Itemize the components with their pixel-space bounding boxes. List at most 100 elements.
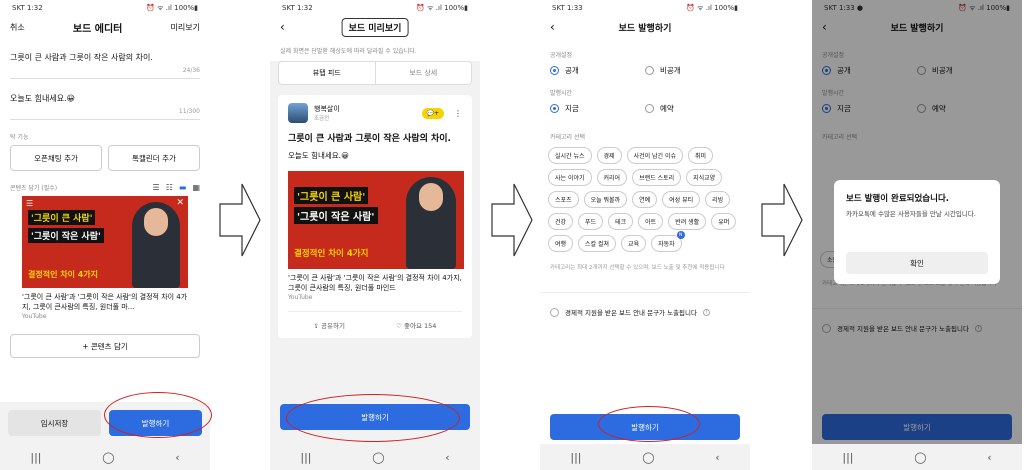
category-chip[interactable]: 지식교양 (686, 169, 723, 186)
more-options-icon[interactable]: ⋮ (454, 109, 462, 118)
category-chip[interactable]: 여행 (548, 235, 574, 252)
recents-nav-icon[interactable]: ||| (300, 451, 311, 464)
publish-button[interactable]: 발행하기 (280, 404, 470, 430)
menu-icon[interactable]: ☰ (26, 199, 33, 208)
thumb-line2: '그릇이 작은 사람' (28, 228, 104, 243)
category-chip[interactable]: 사는 이야기 (548, 169, 592, 186)
content-source: YouTube (288, 294, 313, 301)
body-field[interactable]: 오늘도 힘내세요.😀 11/300 (10, 93, 200, 120)
page-title: 보드 에디터 (72, 23, 123, 35)
system-nav-bar: ||| ◯ ‹ (540, 444, 750, 470)
category-chip[interactable]: 스포츠 (548, 191, 579, 208)
back-nav-icon[interactable]: ‹ (175, 451, 179, 464)
back-nav-icon[interactable]: ‹ (715, 451, 719, 464)
preview-body: 실제 화면은 단말환 해상도에 따라 달라질 수 있습니다. 뷰탭 피드 보드 … (270, 38, 480, 444)
confirm-button[interactable]: 확인 (846, 252, 988, 274)
add-calendar-button[interactable]: 톡캘린더 추가 (108, 145, 200, 171)
thumb-line3: 결정적인 차이 4가지 (294, 249, 369, 259)
radio-now[interactable]: 지금 (550, 103, 645, 114)
post-body: 오늘도 힘내세요.😀 (288, 151, 349, 160)
back-nav-icon[interactable]: ‹ (445, 451, 449, 464)
category-chip[interactable]: 반려 생활 (668, 213, 707, 230)
category-label: 카테고리 선택 (550, 134, 586, 141)
share-icon: ⇪ (313, 322, 322, 330)
status-carrier-time: SKT 1:32 (282, 4, 313, 12)
category-chip[interactable]: 경제 (596, 147, 622, 164)
publish-button[interactable]: 발행하기 (550, 414, 740, 440)
thumb-line1: '그릇이 큰 사람' (28, 210, 96, 225)
title-field[interactable]: 그릇이 큰 사람과 그릇이 작은 사람의 차이. 24/36 (10, 52, 200, 79)
system-nav-bar: ||| ◯ ‹ (812, 444, 1022, 470)
category-chip[interactable]: 커리어 (596, 169, 628, 186)
radio-public[interactable]: 공개 (550, 65, 645, 76)
category-chip[interactable]: 아트 (638, 213, 664, 230)
category-chip[interactable]: 교육 (621, 235, 647, 252)
category-chip[interactable]: 푸드 (578, 213, 604, 230)
video-thumbnail[interactable]: '그릇이 큰 사람' '그릇이 작은 사람' 결정적인 차이 4가지 (288, 171, 464, 269)
divider (540, 292, 750, 293)
home-nav-icon[interactable]: ◯ (642, 451, 654, 464)
radio-reserve[interactable]: 예약 (645, 103, 740, 114)
post-title: 그릇이 큰 사람과 그릇이 작은 사람의 차이. (288, 134, 451, 144)
radio-private[interactable]: 비공개 (645, 65, 740, 76)
back-arrow-icon[interactable]: ‹ (280, 20, 285, 34)
home-nav-icon[interactable]: ◯ (914, 451, 926, 464)
category-chip[interactable]: 브랜드 스토리 (632, 169, 682, 186)
close-icon[interactable]: ✕ (176, 198, 184, 208)
grid-layout-icon[interactable]: ▦ (192, 183, 200, 192)
recents-nav-icon[interactable]: ||| (30, 451, 41, 464)
avatar (288, 103, 308, 123)
publish-header: ‹ 보드 발행하기 (540, 16, 750, 38)
radio-empty-icon (645, 104, 654, 113)
back-arrow-icon[interactable]: ‹ (550, 20, 555, 34)
add-channel-badge[interactable]: 💬+ (421, 107, 444, 119)
title-input[interactable]: 그릇이 큰 사람과 그릇이 작은 사람의 차이. (10, 52, 200, 63)
like-button[interactable]: ♡ 좋아요 154 (396, 320, 436, 330)
back-nav-icon[interactable]: ‹ (987, 451, 991, 464)
category-chip[interactable]: 리빙 (705, 191, 731, 208)
category-chip[interactable]: 실시간 뉴스 (548, 147, 592, 164)
body-input[interactable]: 오늘도 힘내세요.😀 (10, 93, 200, 104)
category-chip[interactable]: 자동차N (651, 231, 685, 252)
list-layout-icon[interactable]: ☰ (153, 183, 160, 192)
sponsor-checkbox[interactable]: 경제적 지원을 받은 보드 안내 문구가 노출됩니다 i (550, 307, 740, 317)
category-chip[interactable]: 사건이 남긴 이슈 (626, 147, 684, 164)
content-card[interactable]: ☰ ✕ '그릇이 큰 사람' '그릇이 작은 사람' 결정적인 차이 4가지 '… (22, 196, 188, 320)
status-carrier-time: SKT 1:33 (552, 4, 583, 12)
title-counter: 24/36 (182, 67, 200, 74)
info-icon[interactable]: i (703, 308, 710, 316)
category-chip[interactable]: 오늘 뭐볼까 (583, 191, 628, 208)
category-chips: 실시간 뉴스 경제 사건이 남긴 이슈 취미사는 이야기 커리어 브랜드 스토리 지식교양스… (548, 147, 742, 252)
category-chip[interactable]: 스칼 컬쳐 (578, 235, 617, 252)
add-content-button[interactable]: + 콘텐츠 담기 (10, 334, 200, 358)
visibility-label: 공개설정 (550, 52, 573, 59)
recents-nav-icon[interactable]: ||| (842, 451, 853, 464)
publish-button[interactable]: 발행하기 (109, 410, 202, 436)
time-label: 발행시간 (550, 90, 573, 97)
category-chip[interactable]: 유머 (711, 213, 737, 230)
category-chip[interactable]: 여성 뷰티 (662, 191, 701, 208)
home-nav-icon[interactable]: ◯ (372, 451, 384, 464)
visibility-options: 공개 비공개 (550, 65, 740, 76)
card-layout-icon[interactable]: ▬ (179, 183, 187, 192)
category-chip[interactable]: 연예 (632, 191, 658, 208)
add-openchat-button[interactable]: 오픈채팅 추가 (10, 145, 102, 171)
right-arrow-icon (491, 183, 533, 257)
save-draft-button[interactable]: 임시저장 (8, 410, 101, 436)
video-thumbnail: ☰ ✕ '그릇이 큰 사람' '그릇이 작은 사람' 결정적인 차이 4가지 (22, 196, 188, 288)
category-chip[interactable]: 취미 (688, 147, 714, 164)
like-count: 154 (424, 322, 437, 330)
compact-layout-icon[interactable]: ☷ (166, 183, 173, 192)
home-nav-icon[interactable]: ◯ (102, 451, 114, 464)
share-button[interactable]: ⇪ 공유하기 (314, 320, 345, 330)
recents-nav-icon[interactable]: ||| (570, 451, 581, 464)
publish-complete-dialog: 보드 발행이 완료되었습니다. 카카오톡에 수많은 사용자들을 만날 시간입니다… (834, 180, 1000, 284)
screen-board-preview: SKT 1:32 ⏰ ᯤ .ıl 100%▮ ‹ 보드 미리보기 실제 화면은 … (270, 0, 480, 470)
category-chip[interactable]: 건강 (548, 213, 574, 230)
tab-feed[interactable]: 뷰탭 피드 (279, 62, 376, 84)
category-chip[interactable]: 테크 (608, 213, 634, 230)
tab-detail[interactable]: 보드 상세 (376, 62, 472, 84)
cancel-button[interactable]: 취소 (10, 22, 25, 33)
preview-button[interactable]: 미리보기 (171, 22, 200, 33)
editor-bottom-bar: 임시저장 발행하기 (0, 402, 210, 444)
